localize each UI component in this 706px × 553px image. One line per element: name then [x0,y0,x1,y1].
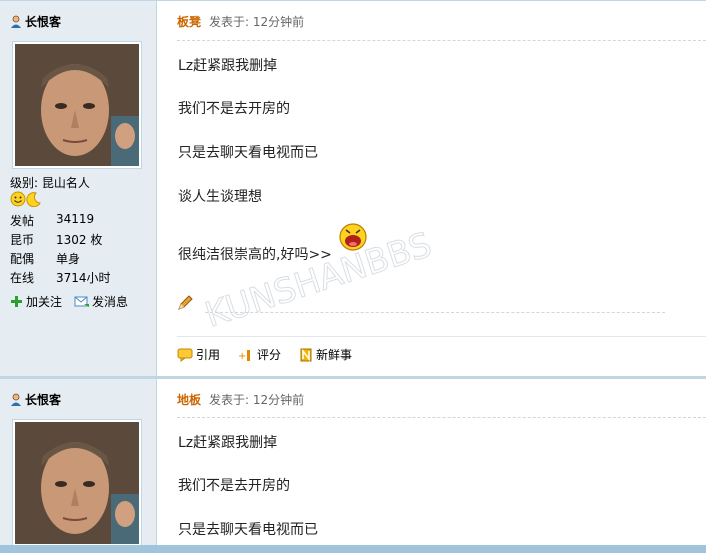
floor-label[interactable]: 板凳 [177,13,201,30]
avatar[interactable] [12,419,142,547]
avatar[interactable] [12,41,142,169]
avatar-image [15,44,139,166]
avatar-image [15,422,139,544]
user-stats: 发帖 34119 昆币 1302 枚 配偶 单身 在线 3714小时 [10,212,111,288]
floor-label[interactable]: 地板 [177,391,201,408]
user-sidebar: 长恨客 级别: 昆山名人 发帖 34119 昆币 1302 枚 配偶 单身 在线… [0,0,157,376]
content-line: 谈人生谈理想 [178,189,262,205]
fresh-icon [300,348,312,361]
footer-divider [177,336,706,337]
content-line: 只是去聊天看电视而已 [178,145,318,161]
rate-button[interactable]: + 评分 [238,346,281,363]
bottom-scroll-bar[interactable] [0,545,706,553]
stat-online: 在线 3714小时 [10,271,111,285]
post-time: 发表于: 12分钟前 [209,15,305,29]
user-level: 级别: 昆山名人 [10,176,90,190]
pencil-icon[interactable] [177,295,193,311]
content-line: Lz赶紧跟我删掉 [178,435,278,451]
author-name[interactable]: 长恨客 [25,391,61,408]
content-line: 很纯洁很崇高的,好吗>> [178,223,367,264]
user-icon [11,15,21,28]
post-header: 板凳 发表于: 12分钟前 [177,13,304,30]
post-main: 板凳 发表于: 12分钟前 Lz赶紧跟我删掉 我们不是去开房的 只是去聊天看电视… [157,0,706,376]
post-main: 地板 发表于: 12分钟前 Lz赶紧跟我删掉 我们不是去开房的 只是去聊天看电视… [157,376,706,553]
header-divider [177,40,706,41]
post-2: 长恨客 地板 发表于: 12分钟前 Lz赶紧跟我删掉 我们不是去开房的 只是去聊… [0,376,706,553]
content-line: 我们不是去开房的 [178,478,290,494]
message-button[interactable]: 发消息 [74,293,128,310]
smile-medal-icon [10,191,26,207]
content-line: 我们不是去开房的 [178,101,290,117]
stat-coins: 昆币 1302 枚 [10,233,103,247]
post-time: 发表于: 12分钟前 [209,393,305,407]
content-line: 只是去聊天看电视而已 [178,522,318,538]
svg-text:+: + [238,351,246,362]
quote-icon [177,348,193,362]
user-icon [11,393,21,406]
plus-icon [11,296,22,307]
user-sidebar: 长恨客 [0,376,157,553]
author-name-row[interactable]: 长恨客 [10,13,61,30]
quote-button[interactable]: 引用 [177,346,220,363]
laugh-emoji-icon [339,223,367,251]
moon-medal-icon [26,192,41,207]
follow-button[interactable]: 加关注 [10,293,62,310]
stat-posts: 发帖 34119 [10,212,95,228]
user-actions: 加关注 发消息 [10,293,140,310]
signature-divider [205,312,665,313]
author-name[interactable]: 长恨客 [25,13,61,30]
content-line: Lz赶紧跟我删掉 [178,58,278,74]
fresh-button[interactable]: 新鲜事 [299,346,352,363]
stat-spouse: 配偶 单身 [10,252,81,266]
rate-icon: + [238,349,251,362]
message-icon [74,296,90,307]
medals [10,191,42,207]
header-divider [177,417,706,418]
author-name-row[interactable]: 长恨客 [10,391,61,408]
post-1: 长恨客 级别: 昆山名人 发帖 34119 昆币 1302 枚 配偶 单身 在线… [0,0,706,376]
post-header: 地板 发表于: 12分钟前 [177,391,304,408]
post-tools: 引用 + 评分 新鲜事 [177,346,370,363]
